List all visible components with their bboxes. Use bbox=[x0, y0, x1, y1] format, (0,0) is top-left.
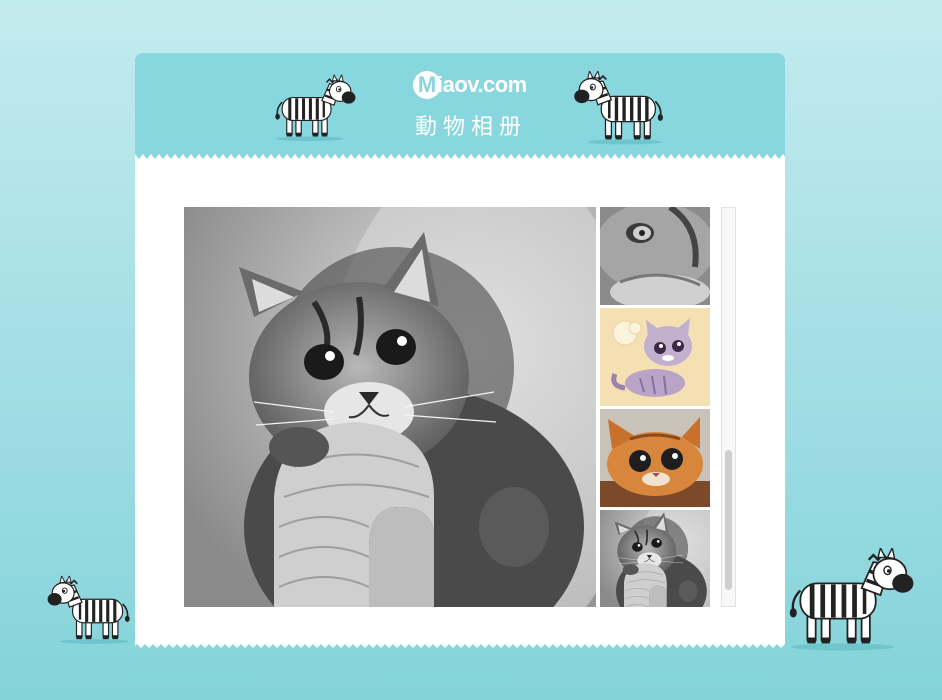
thumbnail-scrollbar[interactable] bbox=[721, 207, 736, 607]
album-panel: M iaov.com 動物相册 bbox=[135, 53, 785, 653]
logo-text: iaov.com bbox=[437, 72, 527, 97]
zebra-icon bbox=[273, 73, 357, 145]
scrollbar-thumb[interactable] bbox=[725, 450, 732, 590]
footer-zigzag-edge bbox=[135, 639, 785, 648]
thumbnail-4[interactable] bbox=[600, 510, 710, 607]
thumbnail-2[interactable] bbox=[600, 308, 710, 406]
album-title: 動物相册 bbox=[415, 115, 528, 140]
thumbnail-strip bbox=[600, 207, 710, 607]
album-header: M iaov.com 動物相册 bbox=[135, 53, 785, 159]
thumbnail-3[interactable] bbox=[600, 409, 710, 507]
thumbnail-1[interactable] bbox=[600, 207, 710, 305]
main-photo-image bbox=[184, 207, 596, 607]
main-photo[interactable] bbox=[184, 207, 596, 607]
site-logo[interactable]: M iaov.com bbox=[413, 68, 527, 102]
zebra-icon bbox=[786, 548, 916, 654]
zebra-icon bbox=[569, 71, 669, 147]
zebra-icon bbox=[46, 574, 132, 648]
